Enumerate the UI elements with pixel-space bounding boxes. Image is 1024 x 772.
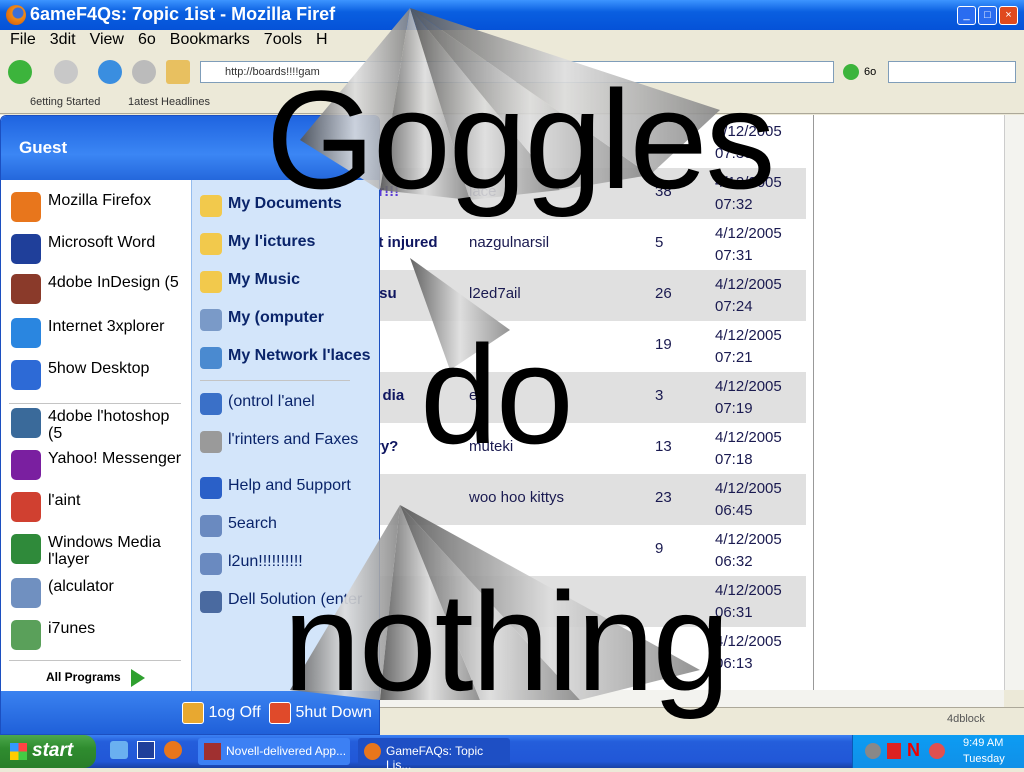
overlay-text-nothing: nothing [283,563,730,720]
overlay-text-do: do [420,316,574,473]
overlay-text-goggles: Goggles [266,61,775,218]
